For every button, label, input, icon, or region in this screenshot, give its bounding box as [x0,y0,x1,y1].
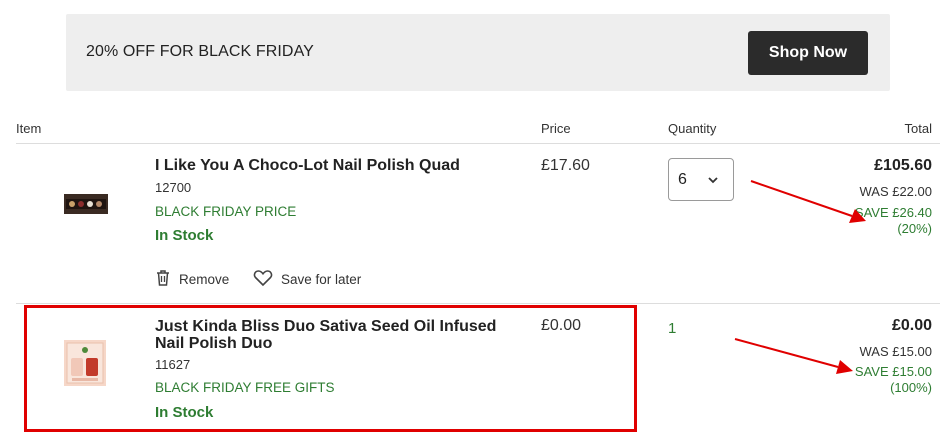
product-title[interactable]: I Like You A Choco-Lot Nail Polish Quad [155,157,525,174]
header-divider [16,143,940,144]
column-header-price: Price [541,121,571,136]
promo-banner: 20% OFF FOR BLACK FRIDAY Shop Now [66,14,890,91]
annotation-highlight-box [24,305,637,432]
column-header-total: Total [904,121,932,136]
column-header-item: Item [16,121,42,136]
shop-now-button[interactable]: Shop Now [748,31,868,75]
trash-icon [155,269,179,290]
row-divider [16,303,940,304]
line-total: £0.00 [891,317,932,334]
product-thumbnail[interactable] [64,194,108,219]
annotation-arrow [750,180,866,223]
quantity-value: 6 [678,170,687,188]
was-price: WAS £22.00 [859,184,932,199]
stock-status: In Stock [155,227,214,244]
column-header-quantity: Quantity [668,121,717,136]
save-percent: (20%) [897,221,932,236]
was-price: WAS £15.00 [859,344,932,359]
heart-icon [253,269,281,290]
save-amount: SAVE £26.40 [854,205,932,220]
chevron-down-icon [707,170,719,195]
product-sku: 12700 [155,180,192,195]
remove-label: Remove [179,272,230,287]
save-percent: (100%) [890,380,932,395]
save-for-later-button[interactable]: Save for later [253,269,361,290]
remove-button[interactable]: Remove [155,269,229,290]
annotation-arrow [734,338,853,374]
unit-price: £17.60 [541,157,590,174]
line-total: £105.60 [874,157,932,174]
quantity-select[interactable]: 6 [668,158,734,201]
quantity-value: 1 [668,320,677,337]
save-for-later-label: Save for later [281,272,362,287]
promo-banner-text: 20% OFF FOR BLACK FRIDAY [86,43,314,60]
promo-label: BLACK FRIDAY PRICE [155,204,297,219]
save-amount: SAVE £15.00 [854,364,932,379]
